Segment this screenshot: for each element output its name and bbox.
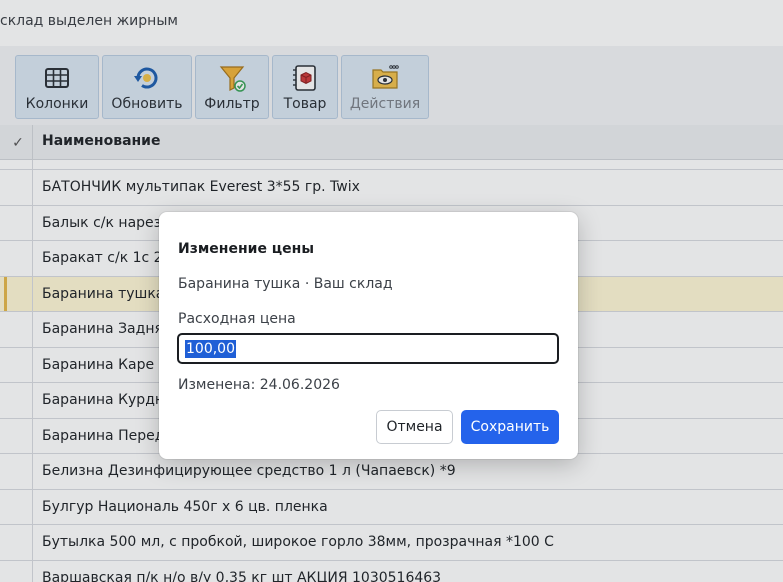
dialog-title: Изменение цены [178, 241, 315, 257]
save-button[interactable]: Сохранить [461, 410, 559, 444]
price-input-value: 100,00 [185, 339, 236, 358]
dialog-subtitle: Баранина тушка · Ваш склад [178, 276, 393, 292]
price-input[interactable]: 100,00 [177, 333, 559, 364]
price-change-dialog: Изменение цены Баранина тушка · Ваш скла… [159, 212, 578, 459]
cancel-button[interactable]: Отмена [376, 410, 453, 444]
price-field-label: Расходная цена [178, 311, 296, 327]
changed-date: Изменена: 24.06.2026 [178, 377, 340, 393]
